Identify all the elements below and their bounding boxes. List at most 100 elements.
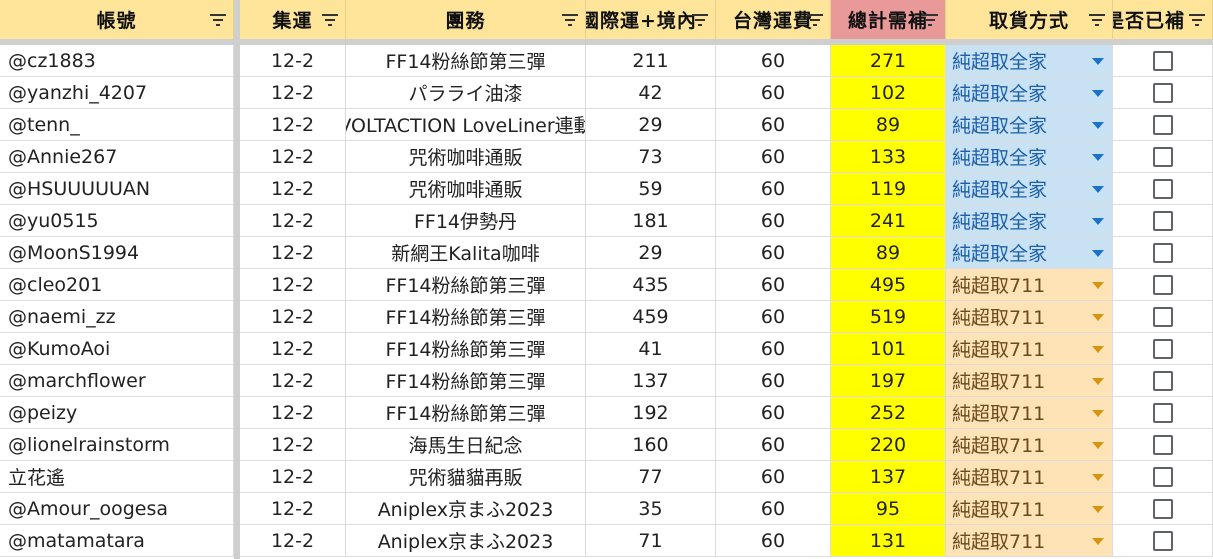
- cell-group[interactable]: VOLTACTION LoveLiner連動: [346, 109, 586, 141]
- cell-shipment[interactable]: 12-2: [240, 365, 346, 397]
- cell-tw-shipping[interactable]: 60: [716, 45, 831, 77]
- cell-intl-shipping[interactable]: 459: [586, 301, 716, 333]
- cell-intl-shipping[interactable]: 41: [586, 333, 716, 365]
- cell-shipment[interactable]: 12-2: [240, 77, 346, 109]
- cell-paid[interactable]: [1113, 173, 1213, 205]
- cell-tw-shipping[interactable]: 60: [716, 365, 831, 397]
- cell-total-due[interactable]: 119: [831, 173, 946, 205]
- cell-account[interactable]: @Annie267: [0, 141, 234, 173]
- cell-intl-shipping[interactable]: 211: [586, 45, 716, 77]
- cell-pickup-method[interactable]: 純超取全家: [946, 109, 1113, 141]
- filter-icon[interactable]: [922, 14, 938, 26]
- cell-shipment[interactable]: 12-2: [240, 461, 346, 493]
- cell-shipment[interactable]: 12-2: [240, 173, 346, 205]
- dropdown-arrow-icon[interactable]: [1092, 506, 1104, 513]
- cell-group[interactable]: FF14粉絲節第三彈: [346, 45, 586, 77]
- header-intl-shipping[interactable]: 國際運+境內: [586, 0, 716, 39]
- cell-tw-shipping[interactable]: 60: [716, 205, 831, 237]
- cell-account[interactable]: @MoonS1994: [0, 237, 234, 269]
- dropdown-arrow-icon[interactable]: [1092, 378, 1104, 385]
- filter-icon[interactable]: [562, 14, 578, 26]
- cell-pickup-method[interactable]: 純超取全家: [946, 173, 1113, 205]
- cell-group[interactable]: FF14粉絲節第三彈: [346, 365, 586, 397]
- cell-group[interactable]: FF14伊勢丹: [346, 205, 586, 237]
- cell-pickup-method[interactable]: 純超取711: [946, 269, 1113, 301]
- cell-paid[interactable]: [1113, 333, 1213, 365]
- cell-shipment[interactable]: 12-2: [240, 237, 346, 269]
- cell-tw-shipping[interactable]: 60: [716, 141, 831, 173]
- header-account[interactable]: 帳號: [0, 0, 234, 39]
- cell-paid[interactable]: [1113, 237, 1213, 269]
- cell-group[interactable]: 海馬生日紀念: [346, 429, 586, 461]
- paid-checkbox[interactable]: [1152, 146, 1173, 167]
- paid-checkbox[interactable]: [1152, 338, 1173, 359]
- cell-intl-shipping[interactable]: 29: [586, 109, 716, 141]
- paid-checkbox[interactable]: [1152, 530, 1173, 551]
- cell-group[interactable]: Aniplex京まふ2023: [346, 493, 586, 525]
- cell-paid[interactable]: [1113, 205, 1213, 237]
- header-pickup-method[interactable]: 取貨方式: [946, 0, 1113, 39]
- dropdown-arrow-icon[interactable]: [1092, 154, 1104, 161]
- cell-intl-shipping[interactable]: 181: [586, 205, 716, 237]
- cell-account[interactable]: @cz1883: [0, 45, 234, 77]
- cell-shipment[interactable]: 12-2: [240, 333, 346, 365]
- cell-shipment[interactable]: 12-2: [240, 109, 346, 141]
- cell-shipment[interactable]: 12-2: [240, 45, 346, 77]
- cell-paid[interactable]: [1113, 45, 1213, 77]
- dropdown-arrow-icon[interactable]: [1092, 58, 1104, 65]
- cell-account[interactable]: @lionelrainstorm: [0, 429, 234, 461]
- filter-icon[interactable]: [1089, 14, 1105, 26]
- dropdown-arrow-icon[interactable]: [1092, 282, 1104, 289]
- dropdown-arrow-icon[interactable]: [1092, 250, 1104, 257]
- cell-tw-shipping[interactable]: 60: [716, 173, 831, 205]
- dropdown-arrow-icon[interactable]: [1092, 410, 1104, 417]
- cell-total-due[interactable]: 519: [831, 301, 946, 333]
- cell-account[interactable]: @yu0515: [0, 205, 234, 237]
- cell-group[interactable]: Aniplex京まふ2023: [346, 525, 586, 557]
- cell-tw-shipping[interactable]: 60: [716, 461, 831, 493]
- cell-shipment[interactable]: 12-2: [240, 493, 346, 525]
- cell-total-due[interactable]: 137: [831, 461, 946, 493]
- cell-shipment[interactable]: 12-2: [240, 429, 346, 461]
- dropdown-arrow-icon[interactable]: [1092, 442, 1104, 449]
- dropdown-arrow-icon[interactable]: [1092, 122, 1104, 129]
- cell-total-due[interactable]: 89: [831, 109, 946, 141]
- dropdown-arrow-icon[interactable]: [1092, 186, 1104, 193]
- cell-account[interactable]: @Amour_oogesa: [0, 493, 234, 525]
- paid-checkbox[interactable]: [1152, 434, 1173, 455]
- header-tw-shipping[interactable]: 台灣運費: [716, 0, 831, 39]
- paid-checkbox[interactable]: [1152, 370, 1173, 391]
- paid-checkbox[interactable]: [1152, 274, 1173, 295]
- cell-shipment[interactable]: 12-2: [240, 301, 346, 333]
- cell-pickup-method[interactable]: 純超取全家: [946, 77, 1113, 109]
- cell-total-due[interactable]: 95: [831, 493, 946, 525]
- cell-intl-shipping[interactable]: 192: [586, 397, 716, 429]
- cell-group[interactable]: FF14粉絲節第三彈: [346, 397, 586, 429]
- cell-pickup-method[interactable]: 純超取711: [946, 525, 1113, 557]
- cell-group[interactable]: FF14粉絲節第三彈: [346, 301, 586, 333]
- cell-total-due[interactable]: 495: [831, 269, 946, 301]
- cell-paid[interactable]: [1113, 109, 1213, 141]
- cell-pickup-method[interactable]: 純超取711: [946, 301, 1113, 333]
- cell-paid[interactable]: [1113, 429, 1213, 461]
- cell-tw-shipping[interactable]: 60: [716, 429, 831, 461]
- cell-paid[interactable]: [1113, 301, 1213, 333]
- cell-tw-shipping[interactable]: 60: [716, 493, 831, 525]
- dropdown-arrow-icon[interactable]: [1092, 474, 1104, 481]
- filter-icon[interactable]: [807, 14, 823, 26]
- cell-total-due[interactable]: 131: [831, 525, 946, 557]
- cell-total-due[interactable]: 101: [831, 333, 946, 365]
- cell-pickup-method[interactable]: 純超取711: [946, 365, 1113, 397]
- cell-tw-shipping[interactable]: 60: [716, 397, 831, 429]
- cell-paid[interactable]: [1113, 493, 1213, 525]
- cell-tw-shipping[interactable]: 60: [716, 77, 831, 109]
- cell-group[interactable]: 新網王Kalita咖啡: [346, 237, 586, 269]
- cell-paid[interactable]: [1113, 461, 1213, 493]
- cell-account[interactable]: 立花遙: [0, 461, 234, 493]
- cell-account[interactable]: @cleo201: [0, 269, 234, 301]
- cell-total-due[interactable]: 89: [831, 237, 946, 269]
- paid-checkbox[interactable]: [1152, 114, 1173, 135]
- paid-checkbox[interactable]: [1152, 50, 1173, 71]
- header-paid[interactable]: 是否已補: [1113, 0, 1213, 39]
- header-group[interactable]: 團務: [346, 0, 586, 39]
